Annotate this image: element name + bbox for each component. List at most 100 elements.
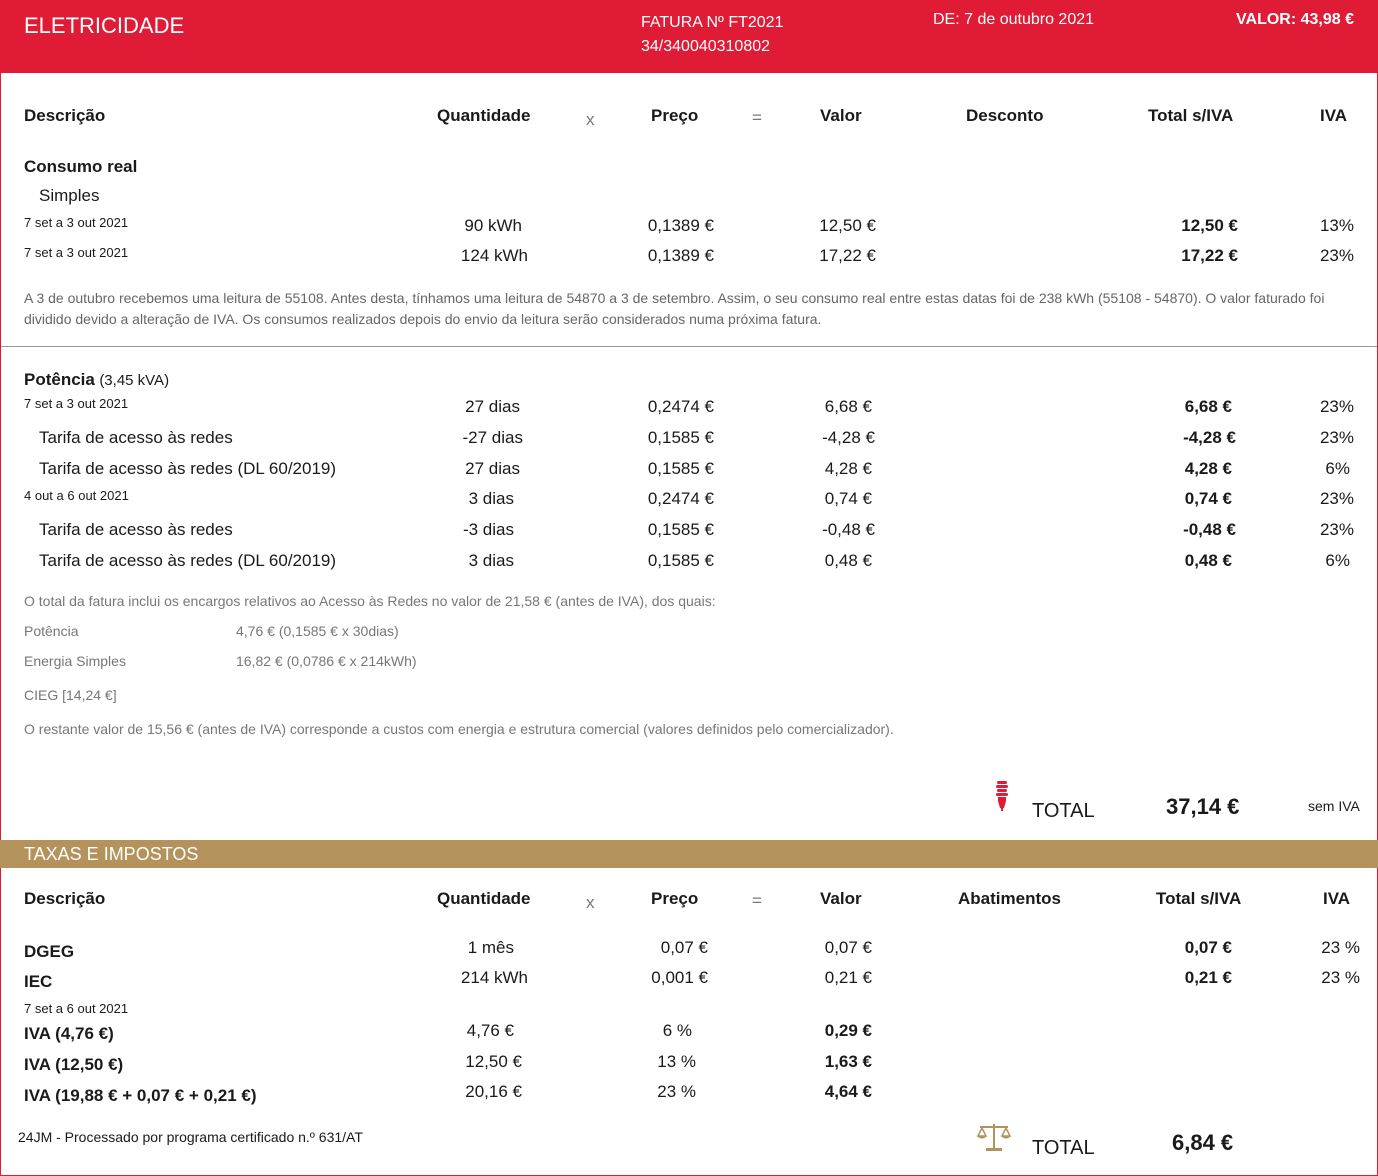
row-desc: IVA (4,76 €) bbox=[24, 1024, 114, 1043]
consumo-subtitle: Simples bbox=[39, 186, 100, 205]
row-qty: 3 dias bbox=[468, 551, 514, 570]
row-value: 0,48 € bbox=[824, 551, 872, 570]
row-value: 0,74 € bbox=[824, 489, 872, 508]
row-desc: IEC bbox=[24, 972, 53, 991]
row-vat: 6% bbox=[1325, 459, 1350, 478]
col-times: x bbox=[586, 110, 595, 129]
row-value: 1,63 € bbox=[824, 1052, 872, 1071]
section-divider bbox=[1, 346, 1377, 347]
potencia-heading: Potência (3,45 kVA) bbox=[24, 370, 169, 390]
potencia-period-1: 7 set a 3 out 2021 bbox=[24, 396, 129, 411]
row-desc: IVA (19,88 € + 0,07 € + 0,21 €) bbox=[24, 1086, 257, 1105]
certification-footer: 24JM - Processado por programa certifica… bbox=[18, 1129, 363, 1145]
row-qty: 124 kWh bbox=[460, 246, 528, 265]
row-price: 13 % bbox=[657, 1052, 696, 1071]
invoice-number-line1: FATURA Nº FT2021 bbox=[641, 14, 784, 31]
row-price: 0,1585 € bbox=[647, 428, 714, 447]
potencia-title: Potência bbox=[24, 370, 95, 389]
col-value: Valor bbox=[820, 889, 862, 908]
row-total: 6,68 € bbox=[1184, 397, 1232, 416]
row-qty: 20,16 € bbox=[465, 1082, 522, 1101]
row-qty: -27 dias bbox=[462, 428, 523, 447]
taxes-period: 7 set a 6 out 2021 bbox=[24, 1001, 129, 1016]
potencia-period-2: 4 out a 6 out 2021 bbox=[24, 488, 129, 503]
col-description: Descrição bbox=[24, 889, 106, 908]
row-qty: 27 dias bbox=[465, 459, 520, 478]
row-period: 7 set a 3 out 2021 bbox=[24, 245, 129, 260]
col-price: Preço bbox=[651, 106, 699, 125]
breakdown-label: Potência bbox=[24, 623, 79, 639]
total-value: 37,14 € bbox=[1166, 794, 1240, 819]
row-total: 4,28 € bbox=[1184, 459, 1232, 478]
row-label: Tarifa de acesso às redes bbox=[39, 428, 233, 447]
row-value: 0,07 € bbox=[824, 938, 872, 957]
consumo-title: Consumo real bbox=[24, 157, 138, 176]
row-value: 6,68 € bbox=[824, 397, 872, 416]
row-price: 0,1389 € bbox=[647, 246, 714, 265]
row-qty: 12,50 € bbox=[465, 1052, 522, 1071]
col-discount: Desconto bbox=[966, 106, 1044, 125]
row-value: -4,28 € bbox=[822, 428, 875, 447]
total-suffix: sem IVA bbox=[1308, 798, 1360, 814]
remaining-note: O restante valor de 15,56 € (antes de IV… bbox=[24, 721, 894, 737]
row-price: 6 % bbox=[662, 1021, 692, 1040]
invoice-number-line2: 34/340040310802 bbox=[641, 38, 771, 55]
invoice-date: DE: 7 de outubro 2021 bbox=[933, 11, 1095, 28]
row-vat: 23% bbox=[1319, 520, 1354, 539]
col-total: Total s/IVA bbox=[1148, 106, 1234, 125]
row-total: -4,28 € bbox=[1183, 428, 1236, 447]
row-label: Tarifa de acesso às redes (DL 60/2019) bbox=[39, 459, 337, 478]
col-vat: IVA bbox=[1320, 106, 1348, 125]
row-vat: 6% bbox=[1325, 551, 1350, 570]
invoice-number: FATURA Nº FT2021 34/340040310802 bbox=[641, 11, 783, 59]
row-value: 4,64 € bbox=[824, 1082, 872, 1101]
col-description: Descrição bbox=[24, 106, 106, 125]
electricity-frame bbox=[0, 0, 1378, 840]
row-qty: 90 kWh bbox=[464, 216, 522, 235]
row-qty: 4,76 € bbox=[466, 1021, 514, 1040]
col-equals: = bbox=[752, 891, 762, 910]
row-value: 0,21 € bbox=[824, 968, 872, 987]
row-qty: 214 kWh bbox=[460, 968, 528, 987]
row-total: 0,74 € bbox=[1184, 489, 1232, 508]
row-total: 0,48 € bbox=[1184, 551, 1232, 570]
section-title: ELETRICIDADE bbox=[24, 13, 185, 38]
col-equals: = bbox=[752, 108, 762, 127]
row-label: Tarifa de acesso às redes (DL 60/2019) bbox=[39, 551, 337, 570]
row-value: -0,48 € bbox=[822, 520, 875, 539]
total-label: TOTAL bbox=[1032, 800, 1095, 822]
row-price: 0,2474 € bbox=[647, 489, 714, 508]
taxes-header: TAXAS E IMPOSTOS bbox=[0, 840, 1378, 868]
row-vat: 23 % bbox=[1321, 938, 1360, 957]
row-vat: 23% bbox=[1319, 397, 1354, 416]
invoice-value: VALOR: 43,98 € bbox=[1236, 11, 1354, 28]
row-qty: 3 dias bbox=[468, 489, 514, 508]
lightbulb-icon bbox=[992, 779, 1012, 819]
breakdown-value: 16,82 € (0,0786 € x 214kWh) bbox=[236, 653, 417, 669]
row-period: 7 set a 3 out 2021 bbox=[24, 215, 129, 230]
row-vat: 23% bbox=[1319, 489, 1354, 508]
invoice-header: ELETRICIDADE FATURA Nº FT2021 34/3400403… bbox=[0, 0, 1378, 73]
row-value: 0,29 € bbox=[824, 1021, 872, 1040]
total-value: 6,84 € bbox=[1172, 1130, 1234, 1155]
row-vat: 13% bbox=[1319, 216, 1354, 235]
row-price: 0,1389 € bbox=[647, 216, 714, 235]
row-vat: 23 % bbox=[1321, 968, 1360, 987]
row-desc: IVA (12,50 €) bbox=[24, 1055, 124, 1074]
row-total: 0,21 € bbox=[1184, 968, 1232, 987]
row-value: 17,22 € bbox=[819, 246, 876, 265]
breakdown-label: Energia Simples bbox=[24, 653, 126, 669]
row-qty: -3 dias bbox=[462, 520, 514, 539]
row-total: -0,48 € bbox=[1183, 520, 1236, 539]
col-quantity: Quantidade bbox=[437, 106, 531, 125]
row-price: 23 % bbox=[657, 1082, 696, 1101]
total-label: TOTAL bbox=[1032, 1137, 1095, 1159]
row-label: Tarifa de acesso às redes bbox=[39, 520, 233, 539]
row-value: 4,28 € bbox=[824, 459, 872, 478]
row-price: 0,2474 € bbox=[647, 397, 714, 416]
row-price: 0,07 € bbox=[660, 938, 708, 957]
col-total: Total s/IVA bbox=[1156, 889, 1242, 908]
row-price: 0,1585 € bbox=[647, 459, 714, 478]
row-total: 12,50 € bbox=[1181, 216, 1238, 235]
row-vat: 23% bbox=[1319, 246, 1354, 265]
